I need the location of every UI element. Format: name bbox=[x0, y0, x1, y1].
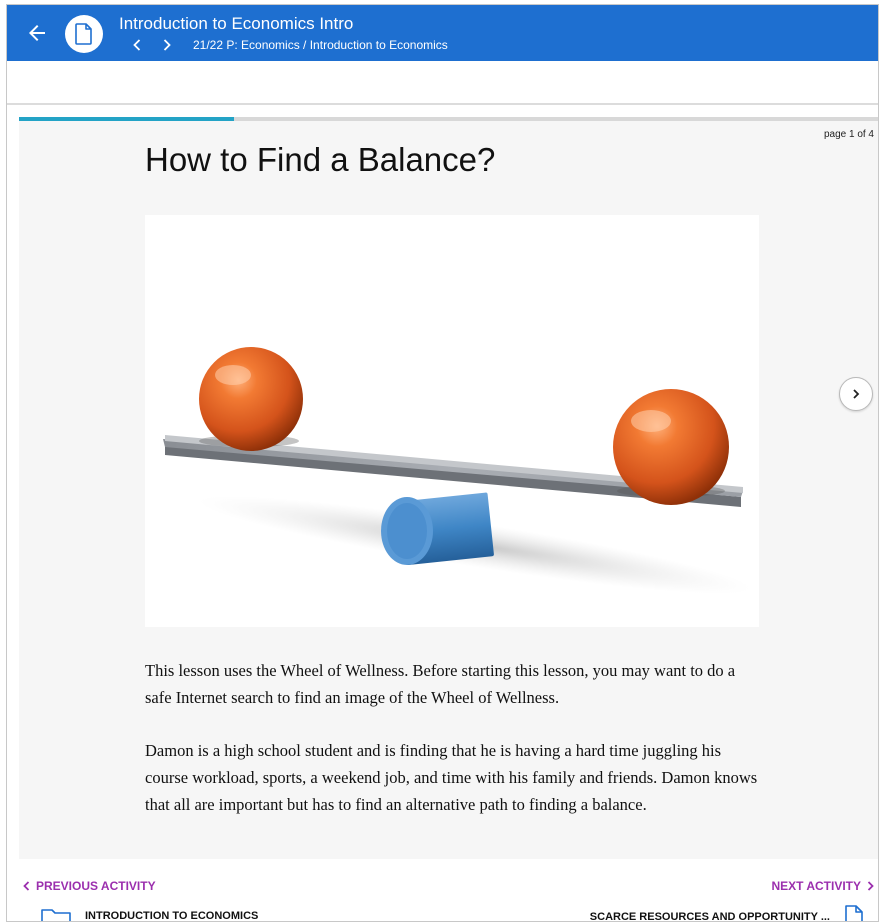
back-arrow-icon[interactable] bbox=[25, 21, 49, 45]
previous-activity-label: PREVIOUS ACTIVITY bbox=[36, 879, 156, 893]
document-icon bbox=[845, 905, 863, 921]
page-indicator: page 1 of 4 bbox=[823, 129, 874, 140]
activity-footer: PREVIOUS ACTIVITY NEXT ACTIVITY INTRODUC… bbox=[7, 861, 878, 922]
lesson-content: page 1 of 4 How to Find a Balance? This … bbox=[19, 117, 878, 859]
lesson-heading: How to Find a Balance? bbox=[145, 141, 496, 178]
activity-document-icon bbox=[65, 15, 103, 53]
chevron-right-icon bbox=[853, 389, 860, 399]
chevron-left-icon bbox=[23, 881, 30, 891]
balance-seesaw-image bbox=[145, 215, 759, 627]
previous-item-chevron-icon[interactable] bbox=[127, 37, 147, 53]
next-item-chevron-icon[interactable] bbox=[157, 37, 177, 53]
next-activity-label: NEXT ACTIVITY bbox=[771, 879, 861, 893]
top-bar: Introduction to Economics Intro 21/22 P:… bbox=[7, 5, 878, 61]
previous-activity-link[interactable]: PREVIOUS ACTIVITY bbox=[23, 879, 156, 893]
scenario-paragraph: Damon is a high school student and is fi… bbox=[145, 741, 758, 814]
next-activity-title: SCARCE RESOURCES AND OPPORTUNITY ... bbox=[589, 911, 830, 922]
page-progress-fill bbox=[19, 117, 235, 121]
intro-paragraph: This lesson uses the Wheel of Wellness. … bbox=[145, 661, 736, 707]
app-frame: Introduction to Economics Intro 21/22 P:… bbox=[6, 4, 879, 922]
previous-activity-title: INTRODUCTION TO ECONOMICS bbox=[85, 910, 259, 922]
breadcrumb: 21/22 P: Economics / Introduction to Eco… bbox=[127, 37, 448, 53]
next-activity-link[interactable]: NEXT ACTIVITY bbox=[771, 879, 874, 893]
folder-icon bbox=[41, 909, 71, 921]
next-page-button[interactable] bbox=[839, 377, 873, 411]
breadcrumb-text[interactable]: 21/22 P: Economics / Introduction to Eco… bbox=[193, 38, 448, 52]
chevron-right-icon bbox=[867, 881, 874, 891]
next-activity-item[interactable]: SCARCE RESOURCES AND OPPORTUNITY ... bbox=[589, 905, 864, 922]
previous-activity-item[interactable]: INTRODUCTION TO ECONOMICS bbox=[41, 907, 259, 922]
sub-toolbar bbox=[7, 61, 878, 105]
page-progress-bar bbox=[19, 117, 878, 121]
page-title: Introduction to Economics Intro bbox=[119, 14, 354, 33]
